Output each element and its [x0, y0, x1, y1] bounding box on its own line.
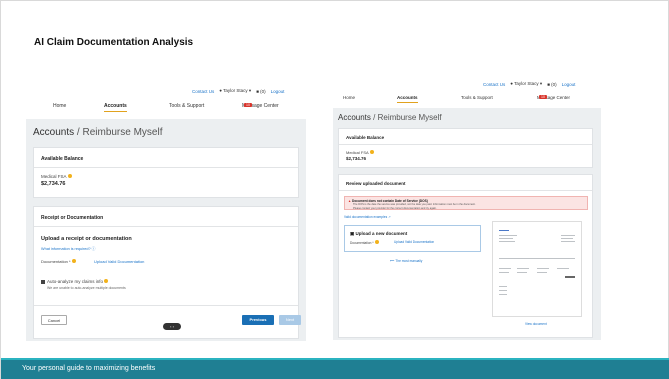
page-title: Accounts / Reimburse Myself [338, 113, 442, 122]
user-icon: ● [219, 88, 222, 93]
account-amount: $2,734.76 [41, 181, 66, 187]
help-icon: ⓘ [91, 247, 96, 251]
documentation-field: Documentation * [41, 259, 76, 264]
account-amount: $2,734.76 [346, 156, 367, 161]
receipt-card: Receipt or Documentation Upload a receip… [33, 206, 301, 339]
review-document-card: Review uploaded document ▲ Document does… [338, 174, 593, 338]
content-area: Accounts / Reimburse Myself Available Ba… [26, 119, 306, 341]
user-icon: ● [510, 81, 513, 86]
upload-new-document-box: ▣ Upload a new document Documentation * … [344, 225, 481, 252]
slide: AI Claim Documentation Analysis Contact … [0, 0, 669, 379]
chevron-left-icon[interactable]: ‹ [170, 324, 171, 329]
contact-us-link[interactable]: Contact Us [192, 89, 214, 94]
content-area: Accounts / Reimburse Myself Available Ba… [333, 108, 601, 340]
auto-analyze-note: We are unable to auto-analyze multiple d… [47, 286, 126, 290]
message-count-badge: 10 [244, 103, 252, 107]
nav-tools-support[interactable]: Tools & Support [461, 95, 493, 100]
upload-valid-documentation-link[interactable]: Upload Valid Documentation [94, 259, 144, 264]
logout-link[interactable]: Logout [562, 82, 576, 87]
upload-new-heading: ▣ Upload a new document [350, 231, 408, 236]
view-document-link[interactable]: View document [525, 322, 547, 326]
error-alert: ▲ Document does not contain Date of Serv… [344, 196, 588, 210]
message-count-badge: 10 [539, 95, 547, 99]
account-name: Medical FSA [346, 150, 374, 155]
footer-bar: Your personal guide to maximizing benefi… [1, 358, 669, 379]
uploaded-document-preview[interactable] [492, 221, 582, 317]
info-icon [104, 279, 109, 283]
info-icon [67, 174, 72, 178]
user-menu[interactable]: ● Taylor Stacy ▾ [219, 88, 251, 94]
alert-body-2: Please contact your provider for the cor… [353, 206, 437, 210]
nav-tools-support[interactable]: Tools & Support [169, 103, 204, 109]
utility-bar: Contact Us ● Taylor Stacy ▾ ■ (0) Logout [483, 81, 575, 87]
info-icon [71, 259, 76, 263]
valid-documentation-examples-link[interactable]: Valid documentation examples ↗ [344, 215, 391, 219]
cart[interactable]: ■ (0) [256, 89, 265, 94]
external-link-icon: ↗ [388, 215, 391, 219]
info-icon [374, 240, 379, 244]
main-nav: Home Accounts Tools & Support Message Ce… [26, 103, 306, 115]
info-icon [369, 150, 374, 154]
logout-link[interactable]: Logout [271, 89, 285, 94]
nav-home[interactable]: Home [343, 95, 355, 100]
contact-us-link[interactable]: Contact Us [483, 82, 505, 87]
left-screenshot: Contact Us ● Taylor Stacy ▾ ■ (0) Logout… [26, 83, 306, 341]
documentation-field: Documentation * [350, 240, 379, 245]
cart-icon: ■ [547, 81, 550, 87]
cart-icon: ■ [256, 88, 259, 94]
footer-accent-line [1, 358, 669, 360]
chevron-right-icon[interactable]: › [173, 324, 174, 329]
footer-text: Your personal guide to maximizing benefi… [22, 365, 156, 372]
cancel-button[interactable]: Cancel [41, 315, 67, 325]
balance-heading: Available Balance [41, 156, 84, 162]
main-nav: Home Accounts Tools & Support Message Ce… [333, 95, 601, 107]
upload-heading: Upload a receipt or documentation [41, 236, 132, 242]
upload-valid-documentation-link[interactable]: Upload Valid Documentation [394, 240, 434, 244]
available-balance-card: Available Balance Medical FSA $2,734.76 [338, 128, 593, 168]
slide-title: AI Claim Documentation Analysis [34, 37, 194, 48]
right-screenshot: Contact Us ● Taylor Stacy ▾ ■ (0) Logout… [333, 78, 601, 340]
available-balance-card: Available Balance Medical FSA $2,734.76 [33, 147, 299, 198]
document-icon: ▣ [350, 231, 355, 236]
cart[interactable]: ■ (0) [547, 82, 556, 87]
next-button[interactable]: Next [279, 315, 301, 325]
page-title: Accounts / Reimburse Myself [33, 127, 163, 138]
receipt-heading: Receipt or Documentation [41, 215, 104, 221]
warning-icon: ▲ [348, 199, 352, 203]
utility-bar: Contact Us ● Taylor Stacy ▾ ■ (0) Logout [192, 88, 284, 94]
checkbox-icon[interactable] [41, 279, 45, 284]
balance-heading: Available Balance [346, 135, 385, 140]
nav-home[interactable]: Home [53, 103, 66, 109]
previous-button[interactable]: Previous [242, 315, 274, 325]
nav-accounts[interactable]: Accounts [397, 95, 418, 103]
review-heading: Review uploaded document [346, 181, 406, 186]
nav-accounts[interactable]: Accounts [104, 103, 127, 112]
user-menu[interactable]: ● Taylor Stacy ▾ [510, 81, 542, 87]
pagination-control[interactable]: ‹ › [163, 323, 181, 330]
auto-analyze-checkbox[interactable]: Auto-analyze my claims info [41, 279, 109, 284]
account-name: Medical FSA [41, 174, 72, 179]
previous-document-link[interactable]: ⟵ The most manually [390, 259, 422, 263]
what-info-link[interactable]: What information is required? ⓘ [41, 247, 95, 252]
